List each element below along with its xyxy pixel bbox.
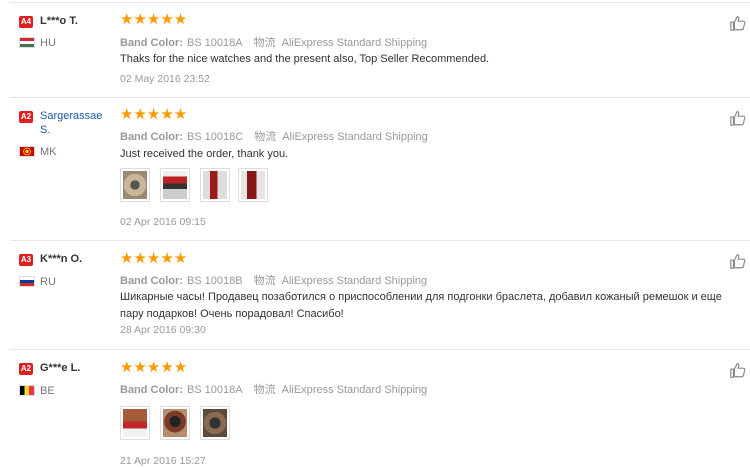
review-date: 02 May 2016 23:52 — [120, 73, 210, 85]
buyer-level-badge: A2 — [19, 111, 33, 123]
review-date: 02 Apr 2016 09:15 — [120, 216, 206, 228]
buyer-level-badge: A2 — [19, 363, 33, 375]
shipping-label: 物流 — [253, 275, 276, 287]
country-code: MK — [40, 146, 57, 158]
rating-stars: ★★★★★ — [120, 250, 188, 267]
buyer-level-badge: A4 — [19, 16, 33, 28]
review-text: Шикарные часы! Продавец позаботился о пр… — [120, 291, 722, 320]
flag-ru-icon — [19, 276, 35, 287]
shipping-value: AliExpress Standard Shipping — [281, 275, 428, 287]
shipping-label: 物流 — [253, 384, 276, 396]
country-code: HU — [40, 37, 56, 49]
shipping-label: 物流 — [254, 131, 277, 143]
review-photos — [120, 168, 270, 202]
country-code: RU — [40, 276, 56, 288]
shipping-value: AliExpress Standard Shipping — [282, 131, 428, 143]
band-color-value: BS 10018B — [186, 275, 243, 287]
band-color-value: BS 10018A — [186, 37, 243, 49]
buyer-level-badge: A3 — [19, 254, 33, 266]
review-text: Just received the order, thank you. — [120, 148, 289, 160]
review-photo-thumbnail[interactable] — [160, 406, 190, 440]
divider — [10, 349, 750, 350]
band-color-label: Band Color: — [120, 384, 183, 396]
flag-mk-icon — [19, 146, 35, 157]
review-date: 28 Apr 2016 09:30 — [120, 324, 206, 336]
buyer-name: G***e L. — [40, 362, 81, 374]
review-meta: Band Color: BS 10018B 物流 AliExpress Standar… — [120, 272, 427, 288]
divider — [10, 2, 750, 3]
rating-stars: ★★★★★ — [120, 106, 188, 123]
review-photo-thumbnail[interactable] — [238, 168, 268, 202]
band-color-value: BS 10018C — [186, 131, 244, 143]
buyer-name-link[interactable]: Sargerassae S. — [40, 109, 115, 137]
rating-stars: ★★★★★ — [120, 359, 188, 376]
flag-be-icon — [19, 385, 35, 396]
review-photo-thumbnail[interactable] — [120, 406, 150, 440]
thumbs-up-icon[interactable] — [729, 14, 747, 32]
thumbs-up-icon[interactable] — [729, 361, 747, 379]
review-photo-thumbnail[interactable] — [200, 406, 230, 440]
review-photos — [120, 406, 235, 440]
band-color-label: Band Color: — [120, 37, 183, 49]
review-photo-thumbnail[interactable] — [120, 168, 150, 202]
thumbs-up-icon[interactable] — [729, 252, 747, 270]
band-color-label: Band Color: — [120, 131, 183, 143]
band-color-label: Band Color: — [120, 275, 183, 287]
thumbs-up-icon[interactable] — [729, 109, 747, 127]
review-photo-thumbnail[interactable] — [200, 168, 230, 202]
review-meta: Band Color: BS 10018A 物流 AliExpress Standar… — [120, 34, 427, 50]
country-code: BE — [40, 385, 55, 397]
flag-hu-icon — [19, 37, 35, 48]
review-meta: Band Color: BS 10018A 物流 AliExpress Standar… — [120, 381, 427, 397]
review-meta: Band Color: BS 10018C 物流 AliExpress Standar… — [120, 128, 428, 144]
review-date: 21 Apr 2016 15:27 — [120, 455, 206, 467]
review-text: Thaks for the nice watches and the prese… — [120, 53, 490, 65]
review-photo-thumbnail[interactable] — [160, 168, 190, 202]
divider — [10, 97, 750, 98]
buyer-name: K***n O. — [40, 253, 83, 265]
band-color-value: BS 10018A — [186, 384, 243, 396]
shipping-value: AliExpress Standard Shipping — [281, 384, 428, 396]
divider — [10, 240, 750, 241]
rating-stars: ★★★★★ — [120, 11, 188, 28]
shipping-value: AliExpress Standard Shipping — [281, 37, 428, 49]
shipping-label: 物流 — [253, 37, 276, 49]
buyer-name: L***o T. — [40, 15, 78, 27]
